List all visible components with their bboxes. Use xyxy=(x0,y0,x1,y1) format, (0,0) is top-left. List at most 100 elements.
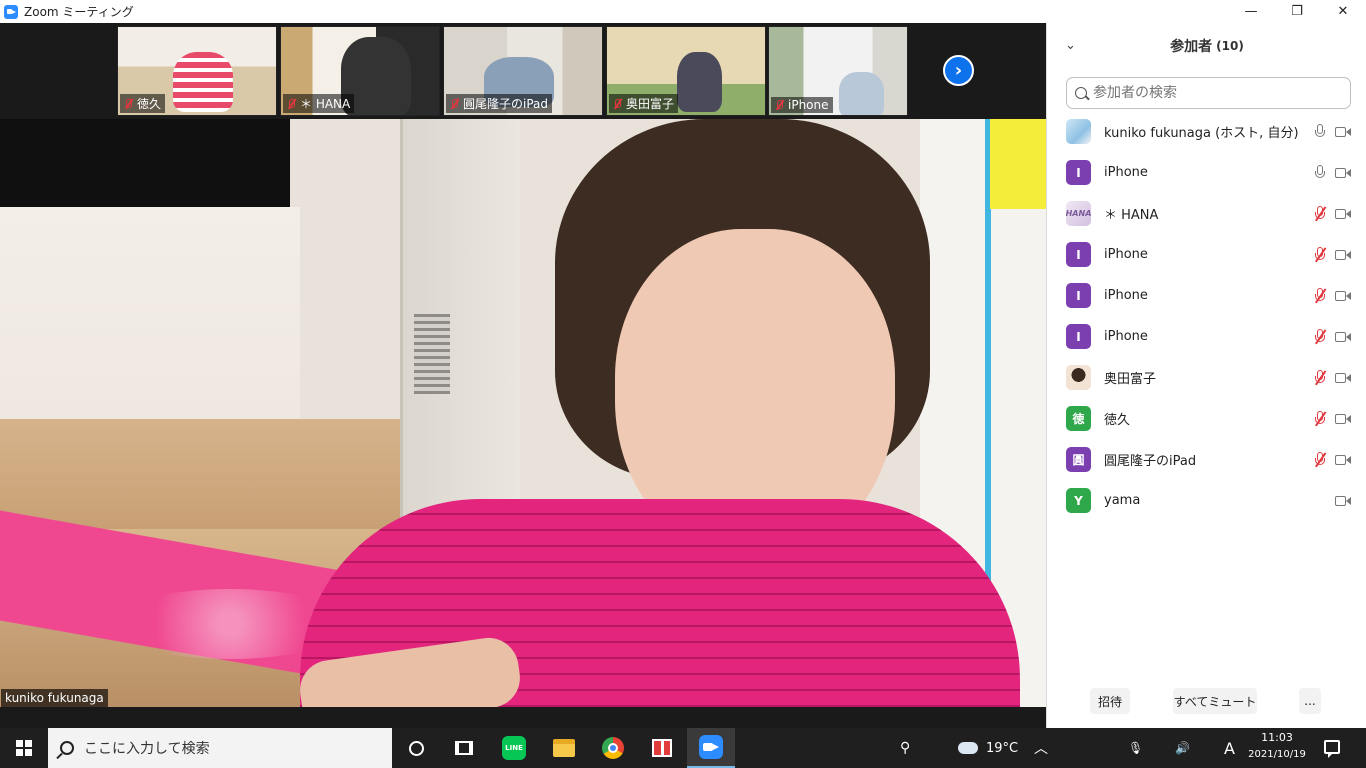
meeting-controls-area xyxy=(0,707,1046,728)
clock-date: 2021/10/19 xyxy=(1248,749,1306,760)
participants-panel: ⌄ 参加者 (10) kuniko fukunaga (ホスト, 自分) IiPh… xyxy=(1046,23,1366,728)
participant-name: 徳久 xyxy=(1104,413,1131,428)
participant-name: yama xyxy=(1104,493,1141,508)
weather-icon xyxy=(956,737,978,754)
temperature-text: 19°C xyxy=(986,740,1019,756)
mic-muted-icon xyxy=(611,98,623,110)
taskbar-search-box[interactable]: ここに入力して検索 xyxy=(48,728,392,768)
avatar: 圓 xyxy=(1066,447,1091,472)
weather-widget[interactable]: 19°C xyxy=(956,728,1019,768)
video-camera-icon[interactable] xyxy=(1335,126,1351,137)
chevron-up-icon: ︿ xyxy=(1034,741,1048,757)
video-camera-icon[interactable] xyxy=(1335,495,1351,506)
show-hidden-icons-button[interactable]: ︿ xyxy=(1034,728,1048,768)
people-button[interactable]: ⚲ xyxy=(900,728,910,768)
participant-row[interactable]: 圓圓尾隆子のiPad xyxy=(1047,439,1366,480)
video-background-curtain xyxy=(0,119,290,207)
participant-row[interactable]: HANA ＊ HANA xyxy=(1047,193,1366,234)
mic-muted-icon xyxy=(285,98,297,110)
video-camera-icon[interactable] xyxy=(1335,331,1351,342)
participant-name: kuniko fukunaga (ホスト, 自分) xyxy=(1104,126,1299,141)
thumbnail-video[interactable]: 圓尾隆子のiPad xyxy=(443,26,603,116)
microphone-icon[interactable] xyxy=(1313,164,1327,181)
file-explorer-button[interactable] xyxy=(540,728,588,768)
more-button[interactable]: ... xyxy=(1299,688,1321,714)
video-background-poster xyxy=(990,119,1046,209)
mic-muted-icon[interactable] xyxy=(1313,369,1327,386)
minimize-button[interactable]: — xyxy=(1228,0,1274,23)
mic-muted-icon[interactable] xyxy=(1313,246,1327,263)
start-button[interactable] xyxy=(0,728,48,768)
video-camera-icon[interactable] xyxy=(1335,167,1351,178)
participant-row[interactable]: 奥田富子 xyxy=(1047,357,1366,398)
cortana-button[interactable] xyxy=(392,728,440,768)
thumbnail-label: 奥田富子 xyxy=(609,94,679,113)
participant-row[interactable]: IiPhone xyxy=(1047,275,1366,316)
video-camera-icon[interactable] xyxy=(1335,372,1351,383)
participant-name: iPhone xyxy=(1104,247,1148,262)
video-camera-icon[interactable] xyxy=(1335,413,1351,424)
clock-time: 11:03 xyxy=(1261,731,1293,744)
search-icon xyxy=(60,741,74,755)
mic-muted-icon[interactable] xyxy=(1313,410,1327,427)
next-page-button[interactable]: › xyxy=(943,55,974,86)
mic-muted-icon xyxy=(448,98,460,110)
chevron-down-icon[interactable]: ⌄ xyxy=(1065,38,1076,53)
thumbnail-label: ＊ HANA xyxy=(283,94,355,113)
participant-name: iPhone xyxy=(1104,165,1148,180)
window-controls: — ❐ ✕ xyxy=(1228,0,1366,23)
mute-all-button[interactable]: すべてミュート xyxy=(1173,688,1257,714)
mic-muted-icon[interactable] xyxy=(1313,328,1327,345)
thumbnail-strip: 徳久 ＊ HANA 圓尾隆子のiPad 奥田富子 iPhone › xyxy=(0,23,1046,119)
video-camera-icon[interactable] xyxy=(1335,208,1351,219)
participant-row[interactable]: kuniko fukunaga (ホスト, 自分) xyxy=(1047,111,1366,152)
task-view-button[interactable] xyxy=(440,728,488,768)
microphone-icon[interactable] xyxy=(1313,123,1327,140)
participant-row[interactable]: IiPhone xyxy=(1047,316,1366,357)
video-camera-icon[interactable] xyxy=(1335,290,1351,301)
task-view-icon xyxy=(455,741,473,755)
mic-muted-icon[interactable] xyxy=(1313,451,1327,468)
participant-name: 圓尾隆子のiPad xyxy=(1104,454,1197,469)
microphone-tray-button[interactable]: 🎙 xyxy=(1128,728,1143,768)
participant-row[interactable]: 徳徳久 xyxy=(1047,398,1366,439)
participant-search-input[interactable] xyxy=(1093,85,1333,101)
thumbnail-video[interactable]: 奥田富子 xyxy=(606,26,766,116)
search-icon xyxy=(1075,87,1087,99)
speaker-name-label: kuniko fukunaga xyxy=(1,689,108,707)
system-clock[interactable]: 11:03 2021/10/19 xyxy=(1242,730,1312,764)
thumbnail-name: 徳久 xyxy=(137,97,162,111)
cortana-icon xyxy=(408,740,424,756)
avatar: I xyxy=(1066,324,1091,349)
avatar xyxy=(1066,119,1091,144)
notification-center-icon[interactable] xyxy=(1324,740,1340,758)
thumbnail-video[interactable]: iPhone xyxy=(768,26,908,116)
invite-button[interactable]: 招待 xyxy=(1090,688,1130,714)
folder-icon xyxy=(553,739,575,757)
chrome-button[interactable] xyxy=(589,728,637,768)
ime-indicator[interactable]: A xyxy=(1224,728,1235,768)
video-camera-icon[interactable] xyxy=(1335,454,1351,465)
thumbnail-video[interactable]: 徳久 xyxy=(117,26,277,116)
video-camera-icon[interactable] xyxy=(1335,249,1351,260)
zoom-taskbar-button[interactable] xyxy=(687,728,735,768)
mic-muted-icon[interactable] xyxy=(1313,287,1327,304)
participant-search-box[interactable] xyxy=(1066,77,1351,109)
participant-figure xyxy=(677,52,722,112)
mic-muted-icon xyxy=(773,99,785,111)
participant-name: 奥田富子 xyxy=(1104,372,1157,387)
thumbnail-name: 圓尾隆子のiPad xyxy=(463,97,549,111)
thumbnail-video[interactable]: ＊ HANA xyxy=(280,26,440,116)
restore-button[interactable]: ❐ xyxy=(1274,0,1320,23)
volume-button[interactable]: 🔊 xyxy=(1175,728,1190,768)
volume-icon: 🔊 xyxy=(1175,741,1190,755)
close-button[interactable]: ✕ xyxy=(1320,0,1366,23)
panel-footer: 招待 すべてミュート ... xyxy=(1047,688,1366,716)
participant-name: iPhone xyxy=(1104,329,1148,344)
participant-row[interactable]: IiPhone xyxy=(1047,234,1366,275)
line-app-button[interactable]: LINE xyxy=(490,728,538,768)
gift-app-button[interactable] xyxy=(638,728,686,768)
participant-row[interactable]: IiPhone xyxy=(1047,152,1366,193)
mic-muted-icon[interactable] xyxy=(1313,205,1327,222)
participant-row[interactable]: Yyama xyxy=(1047,480,1366,521)
